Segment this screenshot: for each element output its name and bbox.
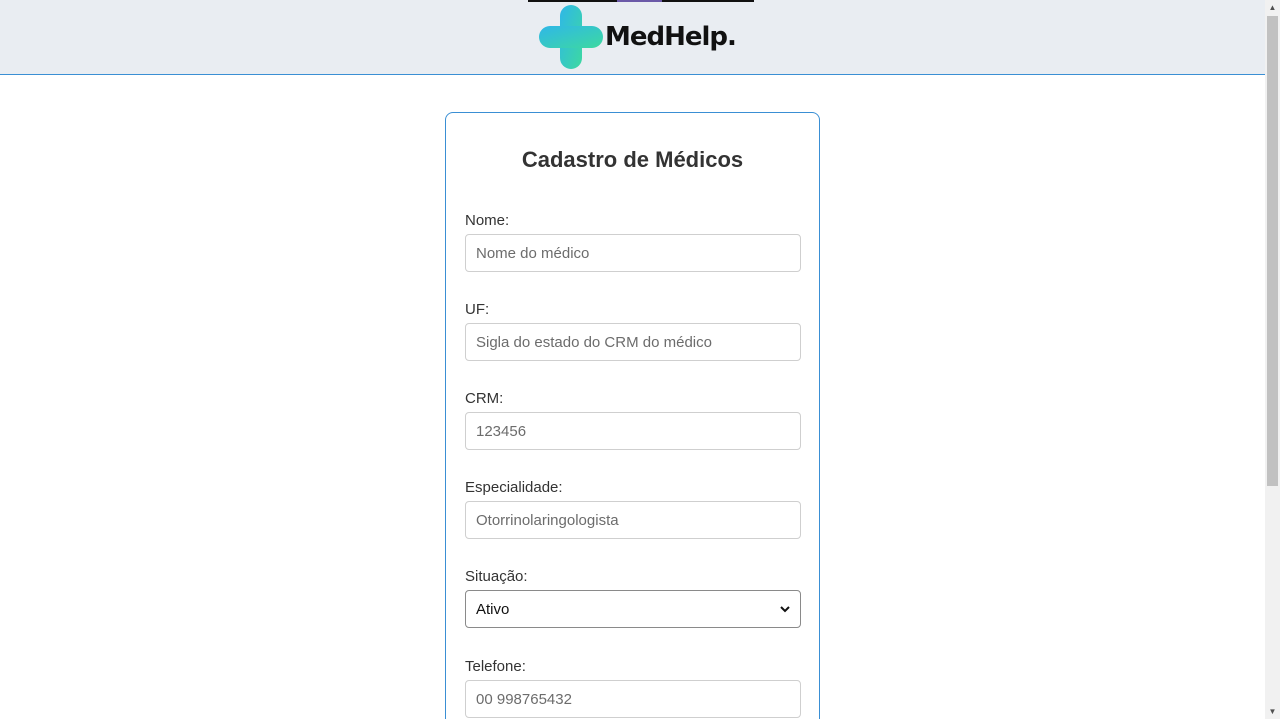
- form-title: Cadastro de Médicos: [521, 147, 744, 172]
- specialty-input[interactable]: [465, 501, 801, 539]
- doctor-registration-card: Cadastro de Médicos Nome: UF: CRM: Espec…: [445, 112, 820, 719]
- medhelp-logo[interactable]: MedHelp.: [539, 5, 737, 69]
- uf-label: UF:: [465, 301, 490, 318]
- top-header: MedHelp.: [0, 0, 1265, 75]
- status-field: Situação: Ativo: [465, 568, 801, 628]
- crm-input[interactable]: [465, 412, 801, 450]
- name-field: Nome:: [465, 212, 801, 272]
- phone-input[interactable]: [465, 680, 801, 718]
- status-selected-value: Ativo: [476, 600, 510, 618]
- brand-name: MedHelp.: [605, 22, 737, 52]
- phone-field: Telefone:: [465, 658, 801, 718]
- header-top-strip: [528, 0, 754, 2]
- specialty-field: Especialidade:: [465, 479, 801, 539]
- scrollbar-thumb[interactable]: [1267, 16, 1278, 486]
- crm-label: CRM:: [465, 390, 504, 407]
- phone-label: Telefone:: [465, 658, 526, 675]
- name-input[interactable]: [465, 234, 801, 272]
- name-label: Nome:: [465, 212, 510, 229]
- chevron-down-icon: [780, 602, 790, 616]
- status-select[interactable]: Ativo: [465, 590, 801, 628]
- medical-cross-icon: [539, 5, 603, 69]
- uf-input[interactable]: [465, 323, 801, 361]
- status-label: Situação:: [465, 568, 528, 585]
- scroll-up-arrow-icon[interactable]: ▲: [1265, 0, 1280, 15]
- specialty-label: Especialidade:: [465, 479, 563, 496]
- vertical-scrollbar[interactable]: ▲ ▼: [1265, 0, 1280, 719]
- scroll-down-arrow-icon[interactable]: ▼: [1265, 704, 1280, 719]
- uf-field: UF:: [465, 301, 801, 361]
- crm-field: CRM:: [465, 390, 801, 450]
